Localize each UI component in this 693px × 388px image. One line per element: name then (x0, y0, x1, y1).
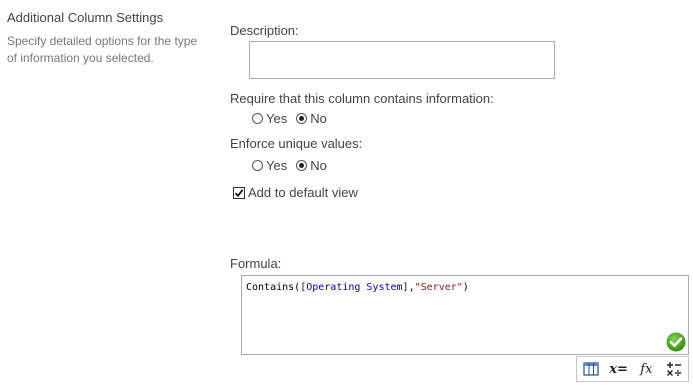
require-info-options: Yes No (252, 111, 327, 126)
require-no-radio[interactable] (296, 113, 308, 124)
require-info-label: Require that this column contains inform… (230, 91, 494, 106)
variable-icon: x= (609, 361, 628, 377)
unique-values-label: Enforce unique values: (230, 136, 363, 151)
unique-values-options: Yes No (252, 158, 327, 173)
checkmark-icon (234, 188, 244, 197)
formula-string: "Server" (414, 282, 463, 293)
description-label: Description: (230, 23, 299, 38)
formula-label: Formula: (230, 256, 282, 271)
formula-field[interactable]: Contains([Operating System],"Server") (241, 275, 689, 355)
unique-no-label: No (310, 158, 327, 173)
default-view-row: Add to default view (233, 185, 358, 200)
unique-yes-label: Yes (266, 158, 288, 173)
column-table-icon (583, 362, 599, 376)
insert-operator-button[interactable] (663, 359, 685, 379)
formula-toolbar: x= fx (576, 356, 689, 382)
insert-column-button[interactable] (580, 359, 602, 379)
insert-variable-button[interactable]: x= (608, 359, 630, 379)
unique-yes-radio[interactable] (252, 160, 263, 171)
section-description: Specify detailed options for the type of… (7, 34, 198, 65)
default-view-label: Add to default view (248, 185, 358, 200)
formula-text: Contains([Operating System],"Server") (246, 282, 469, 293)
insert-function-button[interactable]: fx (635, 359, 657, 379)
formula-field-ref: [Operating System] (300, 282, 409, 293)
description-field[interactable] (249, 41, 555, 79)
require-yes-label: Yes (266, 111, 288, 126)
default-view-checkbox[interactable] (233, 186, 245, 199)
valid-check-icon (666, 332, 686, 352)
section-title: Additional Column Settings (7, 10, 164, 25)
operators-icon (667, 362, 682, 377)
require-no-label: No (310, 111, 327, 126)
formula-function: Contains (246, 282, 295, 293)
require-yes-radio[interactable] (252, 113, 263, 124)
formula-close-paren: ) (462, 282, 469, 293)
unique-no-radio[interactable] (296, 160, 308, 171)
function-icon: fx (640, 361, 653, 377)
